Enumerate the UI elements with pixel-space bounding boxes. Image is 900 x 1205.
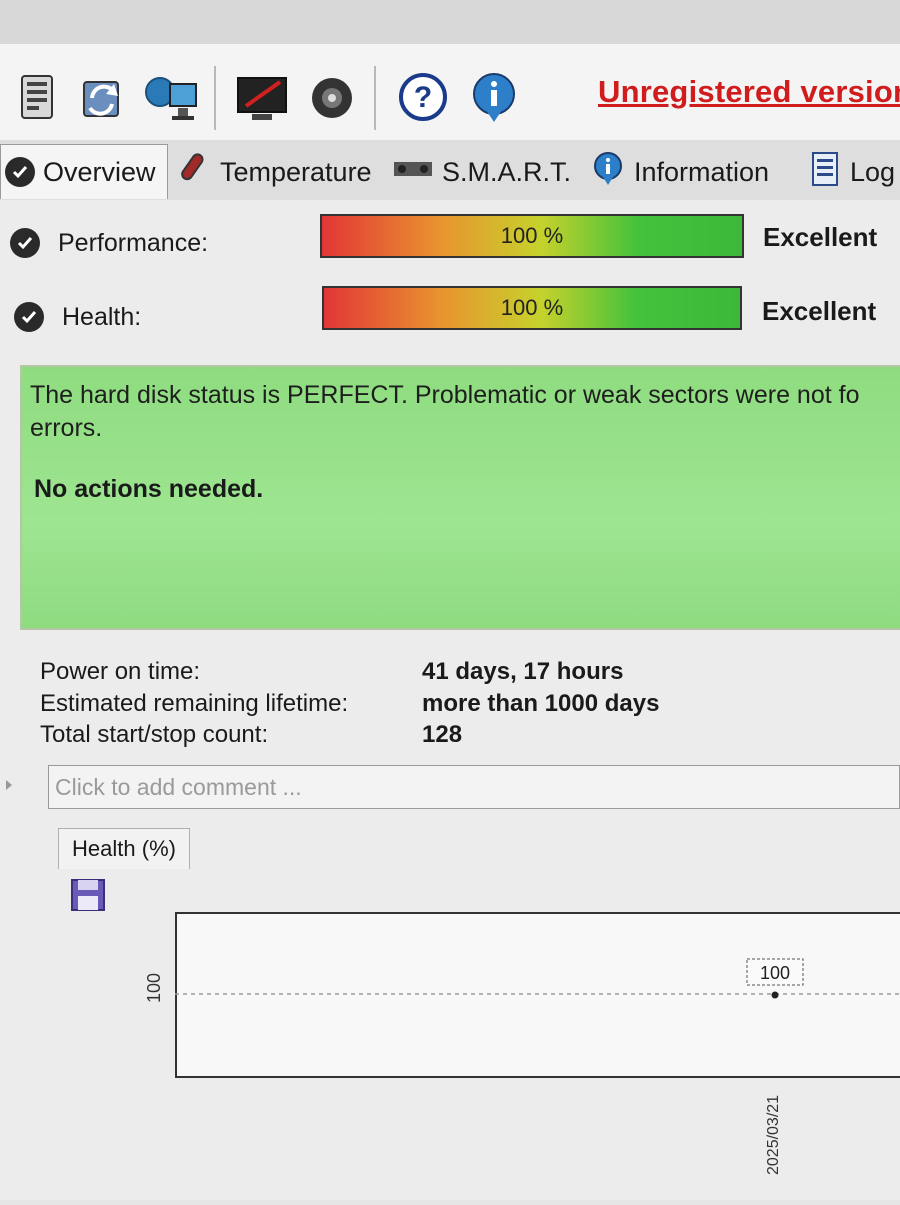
monitor-icon[interactable] xyxy=(232,70,287,124)
health-row: Health: xyxy=(14,302,141,332)
tab-temperature[interactable]: Temperature xyxy=(172,148,372,196)
info-icon xyxy=(590,151,626,194)
log-icon xyxy=(810,151,842,194)
status-action: No actions needed. xyxy=(34,475,264,503)
help-icon[interactable]: ? xyxy=(396,70,450,124)
thermometer-icon xyxy=(172,149,212,196)
check-icon xyxy=(10,228,40,258)
power-on-time-label: Power on time: xyxy=(40,658,201,685)
remaining-lifetime-label: Estimated remaining lifetime: xyxy=(40,690,349,717)
health-bar: 100 % xyxy=(322,286,742,330)
tab-label: S.M.A.R.T. xyxy=(442,156,572,187)
health-chart: 100 xyxy=(175,912,900,1078)
chart-data-point xyxy=(771,991,779,999)
tab-label: Log xyxy=(850,156,896,187)
splitter-handle[interactable] xyxy=(0,770,18,800)
start-stop-count-label: Total start/stop count: xyxy=(40,721,269,748)
save-icon[interactable] xyxy=(68,876,108,914)
tab-label: Overview xyxy=(43,156,156,187)
unregistered-version-link[interactable]: Unregistered version xyxy=(598,74,900,110)
svg-text:?: ? xyxy=(414,81,432,114)
performance-bar: 100 % xyxy=(320,214,744,258)
x-tick-label: 2025/03/21 xyxy=(765,1095,782,1175)
check-icon xyxy=(5,157,35,187)
tab-overview[interactable]: Overview xyxy=(0,144,168,199)
power-on-time-value: 41 days, 17 hours xyxy=(422,658,624,685)
remaining-lifetime-value: more than 1000 days xyxy=(422,690,660,717)
info-icon[interactable] xyxy=(464,70,518,124)
check-icon xyxy=(14,302,44,332)
performance-label: Performance: xyxy=(58,228,209,257)
toolbar-separator xyxy=(214,66,216,130)
speaker-icon[interactable] xyxy=(304,70,358,124)
performance-rating: Excellent xyxy=(763,222,878,252)
tab-log[interactable]: Log xyxy=(810,148,895,196)
y-tick-label: 100 xyxy=(144,973,164,1003)
tab-label: Information xyxy=(634,156,770,187)
disk-info-icon[interactable] xyxy=(12,70,66,124)
health-rating: Excellent xyxy=(762,296,877,326)
comment-field[interactable] xyxy=(48,765,900,809)
toolbar-separator xyxy=(374,66,376,130)
tab-label: Temperature xyxy=(220,156,372,187)
network-icon[interactable] xyxy=(142,70,197,124)
status-box: The hard disk status is PERFECT. Problem… xyxy=(20,365,900,630)
status-message: The hard disk status is PERFECT. Problem… xyxy=(30,381,860,442)
performance-row: Performance: xyxy=(10,228,208,258)
start-stop-count-value: 128 xyxy=(422,721,463,748)
chart-data-label: 100 xyxy=(760,963,790,983)
health-label: Health: xyxy=(62,302,142,331)
health-value: 100 % xyxy=(500,295,564,320)
tab-smart[interactable]: S.M.A.R.T. xyxy=(392,148,571,196)
comment-input[interactable] xyxy=(49,766,899,808)
performance-value: 100 % xyxy=(500,223,564,248)
window-top-strip xyxy=(0,0,900,45)
smart-icon xyxy=(392,154,434,191)
health-chart-tab[interactable]: Health (%) xyxy=(58,828,190,869)
tab-information[interactable]: Information xyxy=(590,148,769,196)
refresh-icon[interactable] xyxy=(76,70,130,124)
